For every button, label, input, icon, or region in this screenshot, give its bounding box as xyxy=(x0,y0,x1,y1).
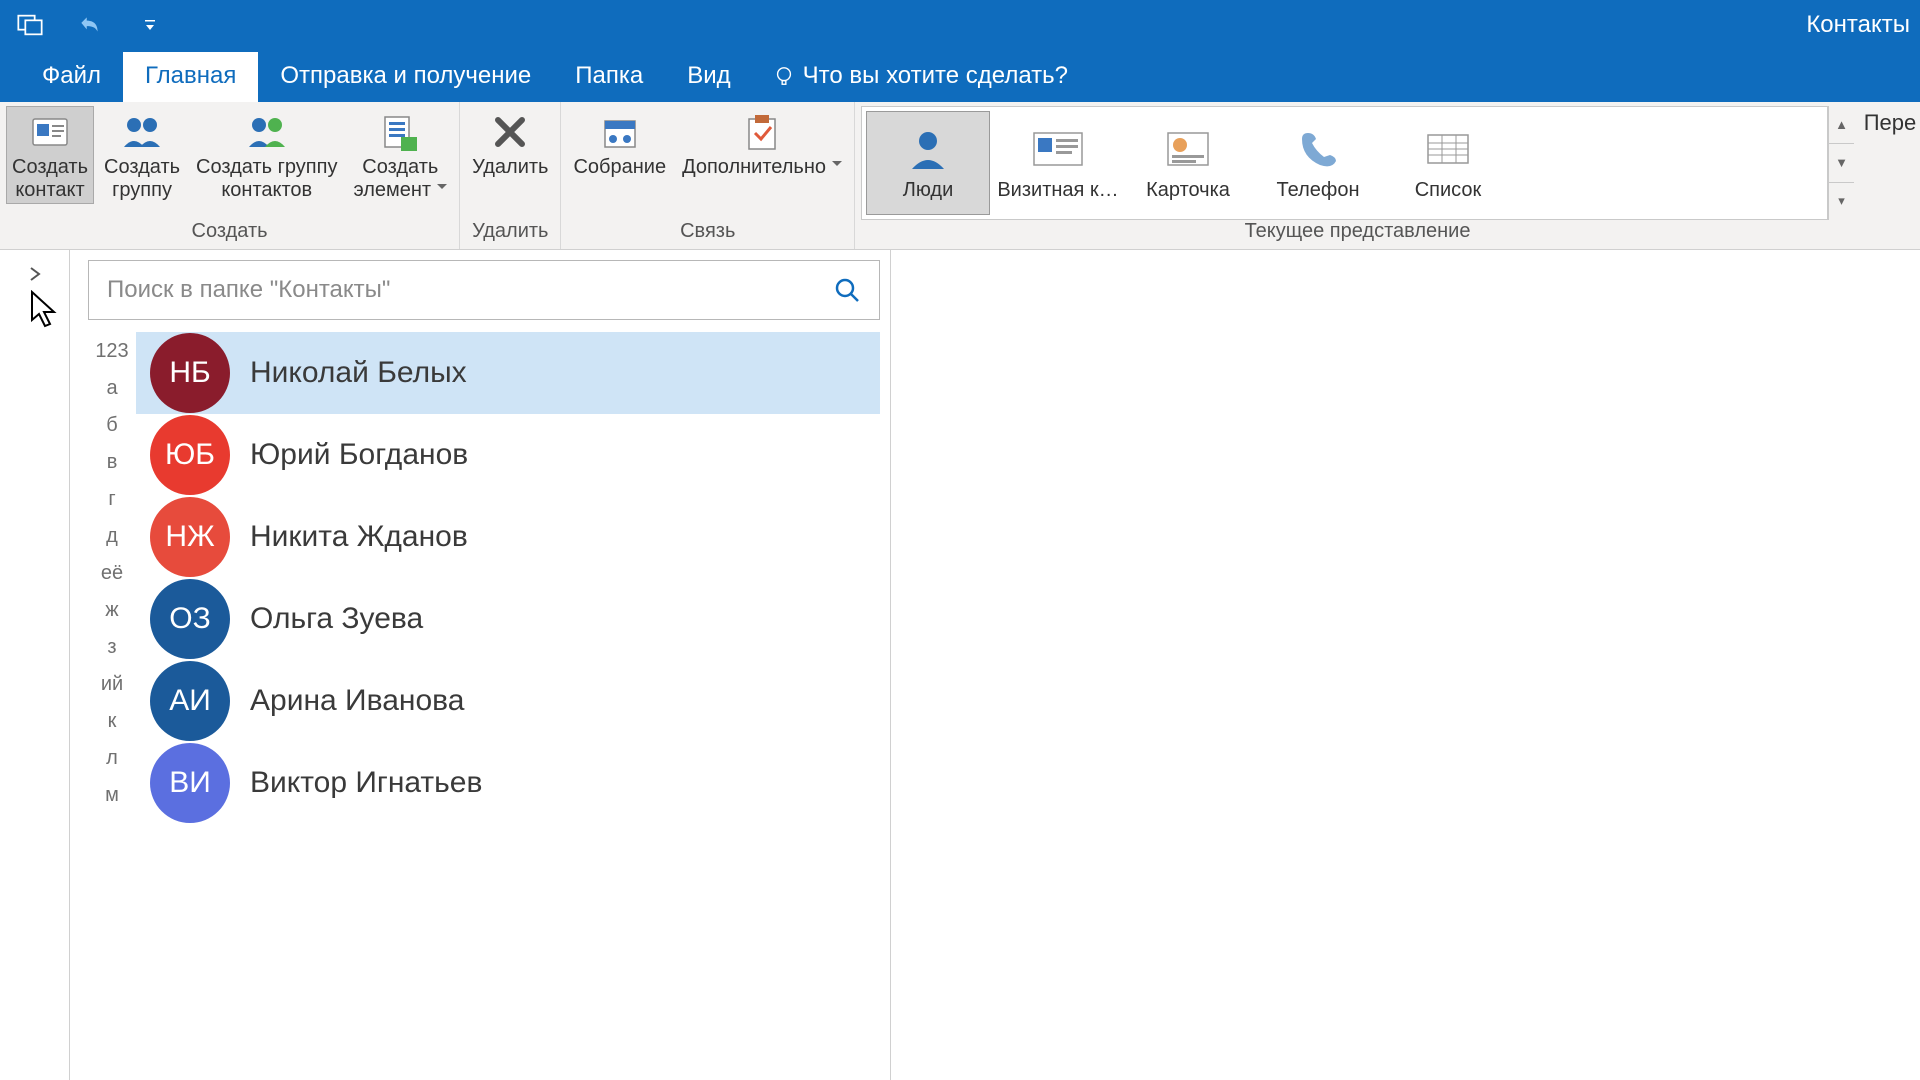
tab-folder[interactable]: Папка xyxy=(553,52,665,102)
contact-name: Никита Жданов xyxy=(250,520,468,554)
chevron-right-icon xyxy=(27,266,43,282)
contact-row[interactable]: НЖ Никита Жданов xyxy=(136,496,880,578)
search-box[interactable] xyxy=(88,260,880,320)
list-icon xyxy=(1424,129,1472,169)
ribbon-overflow[interactable]: Пере xyxy=(1860,102,1920,249)
alphabet-index-letter[interactable]: в xyxy=(107,451,118,474)
contact-name: Ольга Зуева xyxy=(250,602,423,636)
content-area: 123 абвгд её жз ий клм НБ Николай Белых ЮБ Юрий … xyxy=(0,250,1920,1080)
ribbon-tabs: Файл Главная Отправка и получение Папка … xyxy=(0,50,1920,102)
phone-icon xyxy=(1296,127,1340,171)
alphabet-index: 123 абвгд её жз ий клм xyxy=(88,332,136,1080)
gallery-expand[interactable]: ▾ xyxy=(1829,183,1854,220)
alphabet-index-letter[interactable]: л xyxy=(106,747,118,770)
ribbon: Создать контакт Создать группу Создать г… xyxy=(0,102,1920,250)
meeting-button[interactable]: Собрание xyxy=(567,106,672,181)
new-item-icon xyxy=(379,111,421,153)
contact-card-icon xyxy=(29,111,71,153)
avatar: АИ xyxy=(150,661,230,741)
clipboard-more-icon xyxy=(741,111,783,153)
ribbon-group-communicate: Собрание Дополнительно Связь xyxy=(561,102,855,249)
contact-list-pane: 123 абвгд её жз ий клм НБ Николай Белых ЮБ Юрий … xyxy=(70,250,890,1080)
alphabet-index-letter[interactable]: б xyxy=(106,414,117,437)
window-icon[interactable] xyxy=(10,7,50,43)
new-contact-group-button[interactable]: Создать группу контактов xyxy=(190,106,343,204)
alphabet-index-letter[interactable]: к xyxy=(108,710,117,733)
view-list[interactable]: Список xyxy=(1386,111,1510,215)
person-icon xyxy=(906,127,950,171)
sidebar-expand-toggle[interactable] xyxy=(0,250,70,1080)
avatar: ОЗ xyxy=(150,579,230,659)
new-item-button[interactable]: Создать элемент xyxy=(347,106,453,204)
contact-row[interactable]: ВИ Виктор Игнатьев xyxy=(136,742,880,824)
contact-name: Виктор Игнатьев xyxy=(250,766,482,800)
new-group-button[interactable]: Создать группу xyxy=(98,106,186,204)
tell-me-search[interactable]: Что вы хотите сделать? xyxy=(753,52,1088,102)
ribbon-group-create: Создать контакт Создать группу Создать г… xyxy=(0,102,460,249)
contact-name: Юрий Богданов xyxy=(250,438,468,472)
lightbulb-icon xyxy=(773,65,795,87)
search-icon[interactable] xyxy=(833,276,861,304)
ribbon-group-current-view: Люди Визитная к… Карточка Телефон Список xyxy=(855,102,1860,249)
avatar: НБ xyxy=(150,333,230,413)
title-bar: Контакты xyxy=(0,0,1920,50)
search-input[interactable] xyxy=(107,276,833,304)
business-card-icon xyxy=(1032,129,1084,169)
delete-x-icon xyxy=(490,112,530,152)
tab-send-receive[interactable]: Отправка и получение xyxy=(258,52,553,102)
more-communicate-button[interactable]: Дополнительно xyxy=(676,106,848,181)
tab-file[interactable]: Файл xyxy=(20,52,123,102)
view-phone[interactable]: Телефон xyxy=(1256,111,1380,215)
view-card[interactable]: Карточка xyxy=(1126,111,1250,215)
tell-me-label: Что вы хотите сделать? xyxy=(803,62,1068,90)
view-people[interactable]: Люди xyxy=(866,111,990,215)
tab-home[interactable]: Главная xyxy=(123,52,258,102)
ribbon-group-delete: Удалить Удалить xyxy=(460,102,561,249)
gallery-scroll-up[interactable]: ▲ xyxy=(1829,106,1854,144)
avatar: ВИ xyxy=(150,743,230,823)
contact-row[interactable]: НБ Николай Белых xyxy=(136,332,880,414)
quick-access-dropdown-icon[interactable] xyxy=(130,7,170,43)
people-group-add-icon xyxy=(245,111,289,153)
alphabet-index-letter[interactable]: ж xyxy=(105,599,118,622)
contact-row[interactable]: ОЗ Ольга Зуева xyxy=(136,578,880,660)
alphabet-index-letter[interactable]: ий xyxy=(101,673,123,696)
delete-button[interactable]: Удалить xyxy=(466,106,554,181)
new-contact-button[interactable]: Создать контакт xyxy=(6,106,94,204)
contact-name: Арина Иванова xyxy=(250,684,464,718)
calendar-meeting-icon xyxy=(599,111,641,153)
view-business-card[interactable]: Визитная к… xyxy=(996,111,1120,215)
alphabet-index-letter[interactable]: д xyxy=(106,525,118,548)
contact-row[interactable]: АИ Арина Иванова xyxy=(136,660,880,742)
alphabet-index-letter[interactable]: 123 xyxy=(95,340,128,363)
ribbon-group-current-view-label: Текущее представление xyxy=(861,220,1854,247)
gallery-scroll-down[interactable]: ▼ xyxy=(1829,144,1854,182)
contact-list: НБ Николай Белых ЮБ Юрий Богданов НЖ Никита Ж… xyxy=(136,332,880,1080)
contact-row[interactable]: ЮБ Юрий Богданов xyxy=(136,414,880,496)
ribbon-group-create-label: Создать xyxy=(6,220,453,247)
ribbon-group-communicate-label: Связь xyxy=(567,220,848,247)
avatar: НЖ xyxy=(150,497,230,577)
alphabet-index-letter[interactable]: з xyxy=(107,636,116,659)
contact-name: Николай Белых xyxy=(250,356,467,390)
people-group-icon xyxy=(120,111,164,153)
app-title: Контакты xyxy=(1806,11,1910,39)
alphabet-index-letter[interactable]: её xyxy=(101,562,123,585)
avatar: ЮБ xyxy=(150,415,230,495)
contact-details-pane xyxy=(890,250,1920,1080)
ribbon-group-delete-label: Удалить xyxy=(466,220,554,247)
alphabet-index-letter[interactable]: а xyxy=(106,377,117,400)
undo-icon[interactable] xyxy=(70,7,110,43)
gallery-scroll: ▲ ▼ ▾ xyxy=(1828,106,1854,220)
alphabet-index-letter[interactable]: г xyxy=(108,488,115,511)
tab-view[interactable]: Вид xyxy=(665,52,752,102)
card-icon xyxy=(1164,129,1212,169)
alphabet-index-letter[interactable]: м xyxy=(105,784,119,807)
